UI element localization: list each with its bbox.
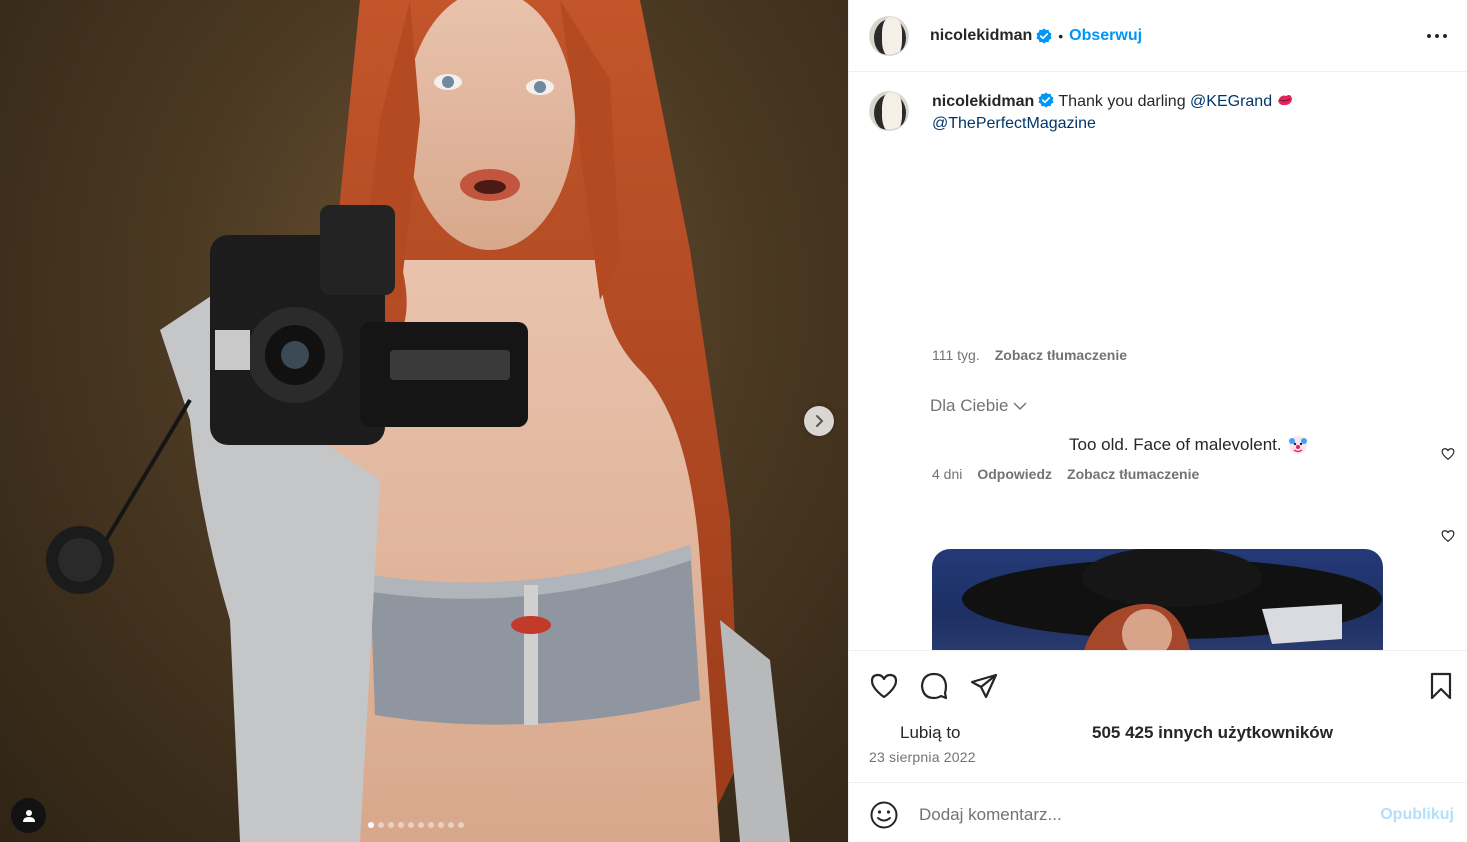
comment-image[interactable] — [932, 549, 1383, 650]
heart-icon[interactable] — [869, 671, 899, 701]
header-username[interactable]: nicolekidman — [930, 27, 1032, 45]
action-bar: Lubią to 505 425 innych użytkowników 23 … — [849, 650, 1467, 783]
see-translation-button[interactable]: Zobacz tłumaczenie — [995, 347, 1127, 363]
verified-badge-icon — [1038, 92, 1054, 108]
add-comment-bar: Opublikuj — [849, 784, 1467, 842]
like-comment-icon[interactable] — [1441, 529, 1455, 543]
caption-age: 111 tyg. — [932, 347, 980, 363]
comment-image-art — [962, 549, 1382, 650]
verified-badge-icon — [1036, 28, 1052, 43]
carousel-dot — [408, 822, 414, 828]
likes-label: Lubią to — [900, 723, 961, 742]
emoji-icon[interactable] — [869, 800, 899, 830]
reply-button[interactable]: Odpowiedz — [977, 466, 1052, 482]
caption: nicolekidman Thank you darling @KEGrand … — [869, 91, 1332, 135]
post-header: nicolekidman • Obserwuj — [849, 0, 1467, 72]
like-comment-icon[interactable] — [1441, 447, 1455, 461]
comment-filter-label: Dla Ciebie — [930, 396, 1009, 415]
post-date: 23 sierpnia 2022 — [869, 749, 976, 765]
mention-link[interactable]: @KEGrand — [1190, 93, 1272, 110]
comment-age: 4 dni — [932, 466, 963, 482]
chevron-right-icon — [816, 415, 823, 427]
clown-emoji-icon — [1288, 436, 1307, 454]
post-photo — [46, 0, 790, 842]
follow-button[interactable]: Obserwuj — [1069, 27, 1142, 45]
comment-icon[interactable] — [919, 671, 949, 701]
comment-input[interactable] — [919, 799, 1359, 831]
bookmark-icon[interactable] — [1426, 671, 1456, 701]
carousel-dot — [388, 822, 394, 828]
carousel-dot — [378, 822, 384, 828]
post-side-panel: nicolekidman • Obserwuj nicolekidman Tha… — [848, 0, 1467, 842]
carousel-indicator — [368, 822, 464, 828]
avatar[interactable] — [869, 15, 909, 56]
mention-link[interactable]: @ThePerfectMagazine — [932, 115, 1096, 132]
comment-filter-dropdown[interactable]: Dla Ciebie — [930, 396, 1028, 416]
post-viewer: nicolekidman • Obserwuj nicolekidman Tha… — [0, 0, 1467, 842]
comment-text: Too old. Face of malevolent. — [1069, 435, 1308, 455]
publish-button[interactable]: Opublikuj — [1380, 806, 1454, 824]
see-translation-button[interactable]: Zobacz tłumaczenie — [1067, 466, 1199, 482]
likes-count[interactable]: 505 425 innych użytkowników — [1092, 723, 1333, 743]
next-slide-button[interactable] — [804, 406, 834, 436]
carousel-dot — [398, 822, 404, 828]
comment-meta: 4 dni Odpowiedz Zobacz tłumaczenie — [932, 466, 1199, 482]
tagged-users-button[interactable] — [11, 798, 46, 833]
user-icon — [22, 809, 35, 822]
more-options-icon[interactable] — [1425, 24, 1449, 48]
caption-username[interactable]: nicolekidman — [932, 93, 1034, 110]
carousel-dot — [368, 822, 374, 828]
caption-avatar[interactable] — [869, 91, 909, 131]
caption-body: Thank you darling — [1058, 93, 1186, 110]
comments-section[interactable]: nicolekidman Thank you darling @KEGrand … — [849, 73, 1467, 650]
carousel-dot — [418, 822, 424, 828]
caption-meta: 111 tyg. Zobacz tłumaczenie — [932, 347, 1127, 363]
carousel-dot — [438, 822, 444, 828]
caption-text: nicolekidman Thank you darling @KEGrand … — [932, 91, 1332, 135]
carousel-dot — [448, 822, 454, 828]
carousel-dot — [428, 822, 434, 828]
separator-dot: • — [1058, 27, 1064, 44]
comment-body: Too old. Face of malevolent. — [1069, 435, 1282, 454]
chevron-down-icon — [1013, 402, 1027, 411]
post-media[interactable] — [0, 0, 848, 842]
share-icon[interactable] — [969, 671, 999, 701]
carousel-dot — [458, 822, 464, 828]
kiss-emoji-icon — [1278, 95, 1293, 106]
